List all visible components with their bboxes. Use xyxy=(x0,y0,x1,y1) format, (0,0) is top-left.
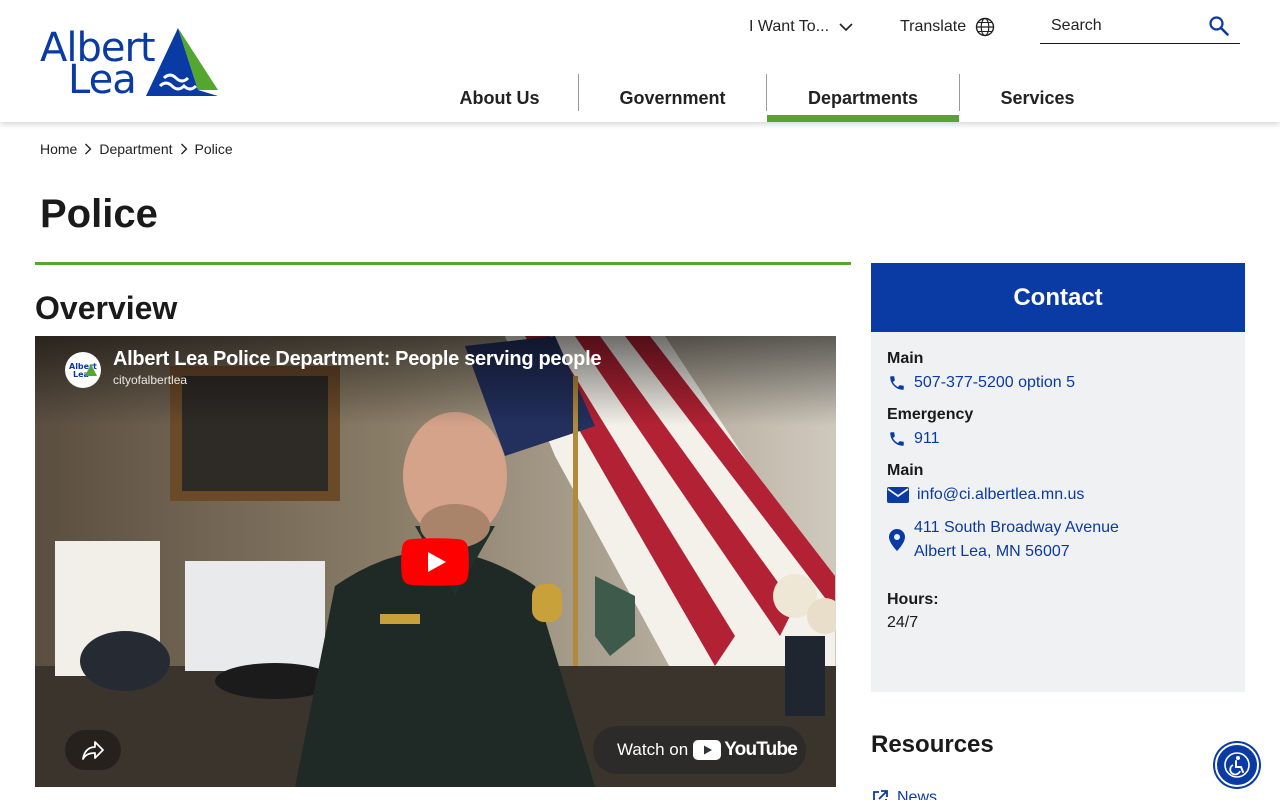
chevron-right-icon xyxy=(85,143,92,155)
main-phone-label: Main xyxy=(887,350,924,367)
resources-heading: Resources xyxy=(871,731,994,758)
emergency-phone-link[interactable]: 911 xyxy=(887,430,940,448)
main-phone-number: 507-377-5200 option 5 xyxy=(914,374,1076,391)
accessibility-button[interactable] xyxy=(1215,743,1259,787)
address-line2: Albert Lea, MN 56007 xyxy=(914,543,1070,560)
hours-label: Hours: xyxy=(887,591,939,608)
email-label: Main xyxy=(887,462,924,479)
youtube-video-embed[interactable]: Albert Lea Albert Lea Police Department:… xyxy=(35,336,836,787)
map-pin-icon xyxy=(889,529,905,551)
play-icon[interactable] xyxy=(401,538,469,586)
emergency-label: Emergency xyxy=(887,406,974,423)
video-channel-name[interactable]: cityofalbertlea xyxy=(113,373,187,387)
address-line1: 411 South Broadway Avenue xyxy=(914,519,1119,536)
logo-mark-icon xyxy=(146,28,218,96)
i-want-to-label: I Want To... xyxy=(749,18,830,35)
i-want-to-dropdown[interactable]: I Want To... xyxy=(749,15,854,39)
hours-value: 24/7 xyxy=(887,614,919,631)
breadcrumb-department[interactable]: Department xyxy=(99,141,172,157)
share-button[interactable] xyxy=(65,730,121,770)
phone-icon xyxy=(890,376,904,390)
nav-label: Departments xyxy=(807,87,919,108)
main-phone-link[interactable]: 507-377-5200 option 5 xyxy=(887,374,1075,392)
accessibility-icon xyxy=(1224,752,1250,778)
contact-panel: Main 507-377-5200 option 5 Emergency 911… xyxy=(871,332,1245,692)
channel-avatar[interactable]: Albert Lea xyxy=(65,352,101,388)
address-link[interactable]: 411 South Broadway Avenue Albert Lea, MN… xyxy=(887,516,1119,564)
phone-icon xyxy=(890,432,904,446)
translate-label: Translate xyxy=(900,18,967,35)
youtube-icon xyxy=(693,740,722,760)
email-link[interactable]: info@ci.albertlea.mn.us xyxy=(887,486,1084,504)
nav-item-about-us[interactable]: About Us xyxy=(421,74,578,122)
email-address: info@ci.albertlea.mn.us xyxy=(917,486,1085,503)
youtube-wordmark: YouTube xyxy=(724,739,798,760)
envelope-icon xyxy=(887,487,909,503)
watch-on-youtube-button[interactable]: Watch on YouTube xyxy=(593,726,806,774)
breadcrumb-home[interactable]: Home xyxy=(40,141,77,157)
chevron-down-icon xyxy=(839,23,853,32)
nav-label: Services xyxy=(1000,87,1075,108)
logo-text-line2: Lea xyxy=(68,57,137,103)
resource-link-label: News xyxy=(897,789,938,800)
translate-button[interactable]: Translate xyxy=(900,15,995,39)
breadcrumb: Home Department Police xyxy=(40,140,233,158)
overview-heading: Overview xyxy=(35,290,178,326)
watch-on-label: Watch on xyxy=(617,740,689,759)
globe-icon xyxy=(975,17,995,37)
video-title[interactable]: Albert Lea Police Department: People ser… xyxy=(113,348,601,371)
section-divider xyxy=(35,262,851,265)
external-link-icon xyxy=(873,790,888,800)
nav-item-departments[interactable]: Departments xyxy=(767,74,959,122)
contact-heading: Contact xyxy=(871,263,1245,332)
resource-link-news[interactable]: News xyxy=(871,789,937,800)
page-title: Police xyxy=(40,192,158,236)
nav-item-government[interactable]: Government xyxy=(579,74,766,122)
site-logo[interactable]: Albert Lea xyxy=(40,26,222,100)
nav-label: Government xyxy=(619,87,726,108)
nav-item-services[interactable]: Services xyxy=(960,74,1115,122)
search-icon[interactable] xyxy=(1208,15,1230,37)
nav-label: About Us xyxy=(459,87,540,108)
share-icon xyxy=(82,741,104,760)
youtube-logo: YouTube xyxy=(693,739,798,761)
site-header: Albert Lea I Want To... Translate Search… xyxy=(0,0,1280,122)
main-nav: About Us Government Departments Services xyxy=(421,74,1115,122)
breadcrumb-current: Police xyxy=(194,141,233,157)
emergency-phone-number: 911 xyxy=(914,430,940,447)
channel-logo-icon: Albert Lea xyxy=(69,362,97,379)
search-box xyxy=(1040,12,1240,44)
chevron-right-icon xyxy=(180,143,188,155)
search-input[interactable] xyxy=(1040,12,1200,40)
